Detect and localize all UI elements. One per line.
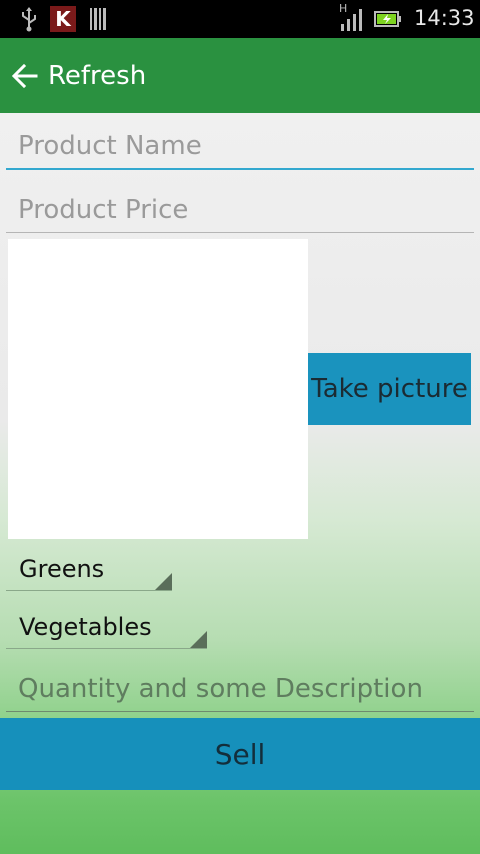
arrow-left-icon[interactable] — [12, 64, 38, 88]
dropdown-arrow-icon — [190, 631, 207, 648]
category-selected: Greens — [19, 555, 105, 583]
battery-charging-icon — [374, 11, 401, 27]
page-title[interactable]: Refresh — [48, 61, 146, 91]
status-bar: K H 14:33 — [0, 0, 480, 38]
description-input[interactable] — [6, 666, 474, 712]
barcode-icon — [90, 8, 106, 30]
k-app-icon: K — [50, 6, 76, 32]
dropdown-arrow-icon — [155, 573, 172, 590]
subcategory-selected: Vegetables — [19, 613, 152, 641]
usb-icon — [22, 7, 36, 32]
subcategory-spinner[interactable]: Vegetables — [6, 608, 207, 649]
category-spinner[interactable]: Greens — [6, 550, 172, 591]
product-image-preview — [8, 239, 308, 539]
product-name-input[interactable] — [6, 124, 474, 170]
take-picture-button[interactable]: Take picture — [308, 353, 471, 425]
sell-button[interactable]: Sell — [0, 718, 480, 790]
product-price-input[interactable] — [6, 187, 474, 233]
clock: 14:33 — [414, 6, 475, 30]
action-bar: Refresh — [0, 38, 480, 113]
signal-icon — [341, 9, 362, 31]
